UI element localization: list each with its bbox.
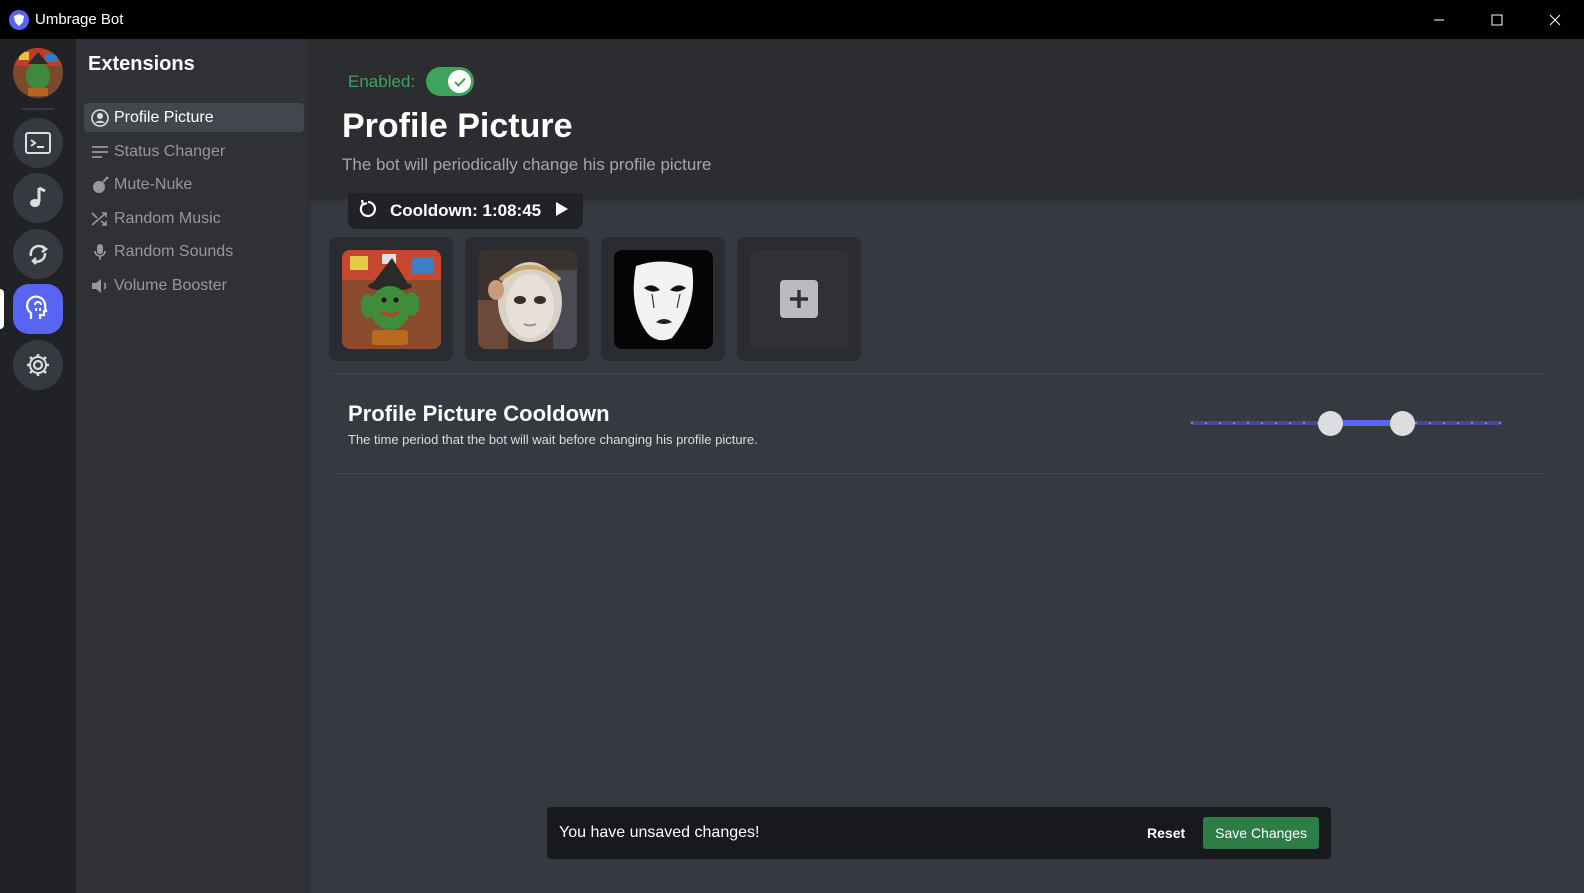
section-divider	[331, 473, 1547, 474]
maximize-button[interactable]	[1468, 0, 1526, 39]
slider-thumb-high[interactable]	[1389, 411, 1415, 436]
section-divider	[331, 373, 1547, 374]
unsaved-message: You have unsaved changes!	[559, 824, 760, 841]
add-picture-button[interactable]	[749, 249, 849, 349]
gear-icon	[27, 354, 49, 376]
main-content: Enabled: Profile Picture The bot will pe…	[311, 39, 1584, 893]
cooldown-timer: Cooldown: 1:08:45	[348, 193, 583, 229]
profile-picture-gallery	[329, 237, 861, 361]
toggle-knob	[448, 70, 471, 93]
picture-tile[interactable]	[465, 237, 589, 361]
page-description: The bot will periodically change his pro…	[342, 155, 712, 174]
lines-icon	[90, 142, 110, 162]
play-icon	[556, 201, 569, 216]
maximize-icon	[1491, 14, 1503, 25]
page-title: Profile Picture	[342, 107, 573, 145]
extensions-icon	[26, 295, 48, 319]
sidebar-item-label: Random Music	[114, 209, 221, 227]
sidebar-item-profile-picture[interactable]: Profile Picture	[84, 103, 304, 132]
enabled-label: Enabled:	[348, 72, 416, 91]
sidebar-item-label: Random Sounds	[114, 242, 234, 260]
user-circle-icon	[90, 108, 110, 128]
sidebar-item-random-music[interactable]: Random Music	[84, 204, 304, 233]
cooldown-text: Cooldown: 1:08:45	[390, 201, 542, 220]
minimize-button[interactable]	[1410, 0, 1468, 39]
enabled-toggle[interactable]	[426, 67, 474, 96]
play-button[interactable]	[555, 201, 569, 222]
rail-console-button[interactable]	[13, 118, 63, 168]
setting-description: The time period that the bot will wait b…	[348, 432, 758, 447]
check-icon	[453, 77, 466, 87]
sidebar-item-mute-nuke[interactable]: Mute-Nuke	[84, 170, 304, 199]
sidebar-item-label: Profile Picture	[114, 108, 214, 126]
speaker-icon	[90, 276, 110, 296]
setting-title: Profile Picture Cooldown	[348, 401, 610, 426]
plus-icon	[780, 280, 818, 318]
close-button[interactable]	[1526, 0, 1584, 39]
music-note-icon	[30, 186, 46, 207]
reset-timer-button[interactable]	[358, 199, 378, 224]
app-logo-icon	[9, 9, 29, 30]
picture-tile[interactable]	[601, 237, 725, 361]
extension-header: Enabled: Profile Picture The bot will pe…	[311, 39, 1584, 198]
sidebar-item-volume-booster[interactable]: Volume Booster	[84, 271, 304, 300]
sidebar-item-random-sounds[interactable]: Random Sounds	[84, 237, 304, 266]
picture-tile[interactable]	[329, 237, 453, 361]
sidebar-item-label: Status Changer	[114, 142, 226, 160]
add-picture-tile[interactable]	[737, 237, 861, 361]
rail-extensions-button[interactable]	[13, 284, 63, 334]
sidebar-item-label: Mute-Nuke	[114, 175, 193, 193]
unsaved-changes-bar: You have unsaved changes! Reset Save Cha…	[547, 807, 1331, 859]
sidebar-item-label: Volume Booster	[114, 276, 227, 294]
shuffle-icon	[90, 209, 110, 229]
repeat-icon	[29, 244, 49, 265]
reset-button[interactable]: Reset	[1147, 825, 1185, 841]
extensions-sidebar: Extensions Profile Picture Status Change…	[76, 39, 311, 893]
navigation-rail	[0, 39, 76, 893]
microphone-icon	[90, 242, 110, 262]
close-icon	[1549, 14, 1561, 25]
bot-avatar[interactable]	[13, 48, 63, 98]
rail-settings-button[interactable]	[13, 340, 63, 390]
window-title: Umbrage Bot	[35, 11, 124, 28]
save-changes-button[interactable]: Save Changes	[1203, 817, 1319, 849]
active-rail-indicator	[0, 289, 4, 329]
bomb-icon	[90, 175, 110, 195]
terminal-icon	[25, 132, 51, 154]
cooldown-range-slider[interactable]	[1190, 409, 1502, 437]
window-title-bar: Umbrage Bot	[0, 0, 1584, 39]
minimize-icon	[1434, 19, 1444, 20]
cactus-toy-image	[341, 249, 441, 349]
refresh-icon	[359, 199, 376, 217]
rail-repeat-button[interactable]	[13, 229, 63, 279]
sidebar-heading: Extensions	[88, 53, 195, 75]
white-mask-face-image	[477, 249, 577, 349]
mime-mask-image	[613, 249, 713, 349]
slider-thumb-low[interactable]	[1317, 411, 1343, 436]
sidebar-item-status-changer[interactable]: Status Changer	[84, 137, 304, 166]
rail-music-button[interactable]	[13, 173, 63, 223]
rail-separator	[22, 108, 54, 110]
